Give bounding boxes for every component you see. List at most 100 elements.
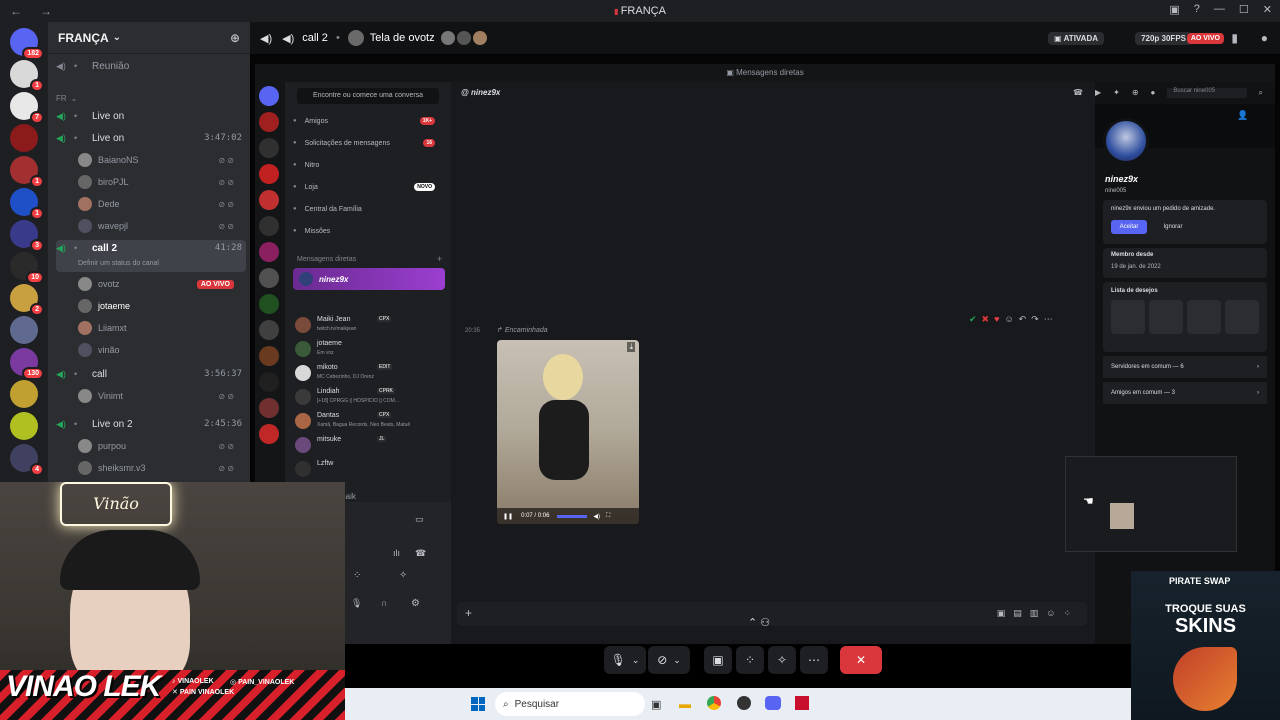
phone-icon[interactable]: ☎ bbox=[415, 548, 426, 559]
dm-menu-item[interactable]: ● Loja NOVO bbox=[293, 178, 443, 196]
dm-menu-item[interactable]: ● Central da Família bbox=[293, 200, 443, 218]
add-friend-icon[interactable]: 👤 bbox=[1237, 110, 1248, 121]
mic-icon[interactable]: 🎙 bbox=[351, 598, 362, 609]
forward-icon[interactable]: ↷ bbox=[1031, 314, 1039, 325]
dm-menu-item[interactable]: ● Solicitações de mensagens 16 bbox=[293, 134, 443, 152]
chrome-icon[interactable] bbox=[707, 696, 721, 710]
expand-controls[interactable]: ⌃ ⚇ bbox=[748, 616, 780, 634]
voice-user[interactable]: jotaeme bbox=[78, 296, 248, 316]
pin-icon[interactable]: ▮ bbox=[1231, 31, 1238, 45]
voice-user[interactable]: vinão bbox=[78, 340, 248, 360]
channel-call[interactable]: ◀) • call 3:56:37 bbox=[56, 364, 246, 384]
close-icon[interactable]: ✕ bbox=[1263, 3, 1272, 16]
app-icon[interactable] bbox=[737, 696, 751, 710]
search-input[interactable]: Buscar nine005 bbox=[1167, 88, 1247, 98]
server-icon[interactable] bbox=[259, 424, 279, 444]
quality-badge[interactable]: 720p 30FPS bbox=[1135, 31, 1192, 45]
voice-user[interactable]: Liiamxt bbox=[78, 318, 248, 338]
discord-icon[interactable] bbox=[765, 696, 781, 710]
server-icon[interactable] bbox=[259, 398, 279, 418]
video-icon[interactable]: ▶ bbox=[1095, 88, 1101, 98]
voice-user[interactable]: sheiksmr.v3 ⊘ ⊘ bbox=[78, 458, 248, 478]
more-button[interactable]: ⋯ bbox=[800, 646, 828, 674]
server-icon[interactable]: 1 bbox=[10, 188, 44, 220]
inbox-icon[interactable]: ▣ bbox=[1169, 3, 1179, 16]
activities-button[interactable]: ⁘ bbox=[736, 646, 764, 674]
server-icon[interactable]: 182 bbox=[10, 28, 44, 60]
server-icon[interactable]: 1 bbox=[10, 60, 44, 92]
channel-status[interactable]: Definir um status do canal bbox=[78, 260, 159, 267]
search-conversation[interactable]: Encontre ou comece uma conversa bbox=[297, 88, 439, 104]
voice-user[interactable]: Vinimt ⊘ ⊘ bbox=[78, 386, 248, 406]
server-icon[interactable] bbox=[259, 112, 279, 132]
dm-menu-item[interactable]: ● Missões bbox=[293, 222, 443, 240]
dm-item[interactable]: Lindiah CPRK [+18] CPRGG || HOSPICIO || CO… bbox=[293, 386, 445, 408]
soundboard-icon[interactable]: ılı bbox=[393, 548, 400, 558]
taskbar-search[interactable]: ⌕ Pesquisar bbox=[495, 692, 645, 716]
task-view-icon[interactable]: ▣ bbox=[651, 698, 661, 711]
server-icon[interactable] bbox=[259, 320, 279, 340]
server-icon[interactable] bbox=[259, 216, 279, 236]
profile-icon[interactable]: ● bbox=[1151, 88, 1156, 98]
video-progress[interactable] bbox=[557, 514, 588, 518]
profile-avatar[interactable] bbox=[1103, 118, 1149, 164]
screen-icon[interactable]: ▭ bbox=[415, 514, 424, 525]
search-icon[interactable]: ⌕ bbox=[1259, 88, 1263, 98]
server-icon[interactable] bbox=[259, 164, 279, 184]
server-icon[interactable] bbox=[10, 124, 38, 152]
voice-user[interactable]: BaianoNS ⊘ ⊘ bbox=[78, 150, 248, 170]
channel-live-on[interactable]: ◀) • Live on bbox=[56, 106, 246, 126]
camera-button[interactable]: ⊘ ⌄ bbox=[648, 646, 690, 674]
mic-button[interactable]: 🎙 ⌄ bbox=[604, 646, 646, 674]
voice-user[interactable]: ovotz AO VIVO bbox=[78, 274, 248, 294]
server-icon[interactable] bbox=[259, 346, 279, 366]
gear-icon[interactable]: ⚙ bbox=[411, 598, 420, 609]
dm-active[interactable]: ninez9x bbox=[293, 268, 445, 290]
channel-live-on-3[interactable]: ◀) • Live on 2 2:45:36 bbox=[56, 414, 246, 434]
voice-user[interactable]: wavepjl ⊘ ⊘ bbox=[78, 216, 248, 236]
server-icon[interactable] bbox=[10, 316, 38, 344]
add-friend-icon[interactable]: ⊕ bbox=[1132, 88, 1139, 98]
dm-item[interactable]: mitsuke JL bbox=[293, 434, 445, 456]
x-icon[interactable]: ✖ bbox=[982, 314, 990, 325]
phone-icon[interactable]: ☎ bbox=[1073, 88, 1083, 98]
channel-reuniao[interactable]: ◀) • Reunião bbox=[56, 56, 246, 76]
add-member-icon[interactable]: ⊕ bbox=[230, 31, 240, 45]
dm-menu-item[interactable]: ● Amigos 1K+ bbox=[293, 112, 443, 130]
download-icon[interactable]: ⤓ bbox=[627, 342, 635, 352]
category-fr[interactable]: FR ⌄ bbox=[56, 88, 246, 108]
maximize-icon[interactable]: ☐ bbox=[1239, 3, 1249, 16]
friends-in-common[interactable]: Amigos em comum — 3 › bbox=[1103, 382, 1267, 404]
ignore-button[interactable]: Ignorar bbox=[1155, 220, 1191, 234]
server-icon[interactable] bbox=[259, 372, 279, 392]
app-icon[interactable] bbox=[795, 696, 809, 710]
dm-item[interactable]: Maiki Jean CPX twitch.tv/maikjean bbox=[293, 314, 445, 336]
server-icon[interactable] bbox=[259, 190, 279, 210]
reply-icon[interactable]: ↶ bbox=[1019, 314, 1027, 325]
help-icon[interactable]: ? bbox=[1194, 3, 1200, 16]
video-attachment[interactable]: ❚❚ 0:07 / 0:06 ◀) ⛶ ⤓ bbox=[497, 340, 639, 524]
voice-user[interactable]: Dede ⊘ ⊘ bbox=[78, 194, 248, 214]
server-icon[interactable] bbox=[10, 412, 38, 440]
server-icon[interactable] bbox=[259, 294, 279, 314]
headset-icon[interactable]: ∩ bbox=[381, 598, 387, 608]
dm-item[interactable]: mikoto EDIT MC Cebezinho, DJ Orenz bbox=[293, 362, 445, 384]
more-icon[interactable]: ⋯ bbox=[1044, 314, 1053, 325]
wishlist-item[interactable] bbox=[1111, 300, 1145, 334]
server-icon[interactable]: 1 bbox=[10, 156, 44, 188]
pause-icon[interactable]: ❚❚ bbox=[503, 513, 513, 520]
pin-icon[interactable]: ✦ bbox=[1113, 88, 1120, 98]
accept-button[interactable]: Aceitar bbox=[1111, 220, 1147, 234]
server-icon[interactable]: 130 bbox=[10, 348, 44, 380]
heart-icon[interactable]: ♥ bbox=[994, 314, 999, 325]
channel-live-on-2[interactable]: ◀) • Live on 3:47:02 bbox=[56, 128, 246, 148]
dm-menu-item[interactable]: ● Nitro bbox=[293, 156, 443, 174]
server-icon[interactable]: 10 bbox=[10, 252, 44, 284]
server-icon[interactable]: 7 bbox=[10, 92, 44, 124]
guild-header[interactable]: FRANÇA ⌄ ⊕ bbox=[48, 22, 250, 54]
reaction-icon[interactable]: ☺ bbox=[1004, 314, 1013, 325]
leave-call-button[interactable]: ✕ bbox=[840, 646, 882, 674]
folder-icon[interactable]: ▬ bbox=[679, 697, 691, 711]
add-dm-icon[interactable]: + bbox=[437, 254, 442, 264]
voice-user[interactable]: biroPJL ⊘ ⊘ bbox=[78, 172, 248, 192]
